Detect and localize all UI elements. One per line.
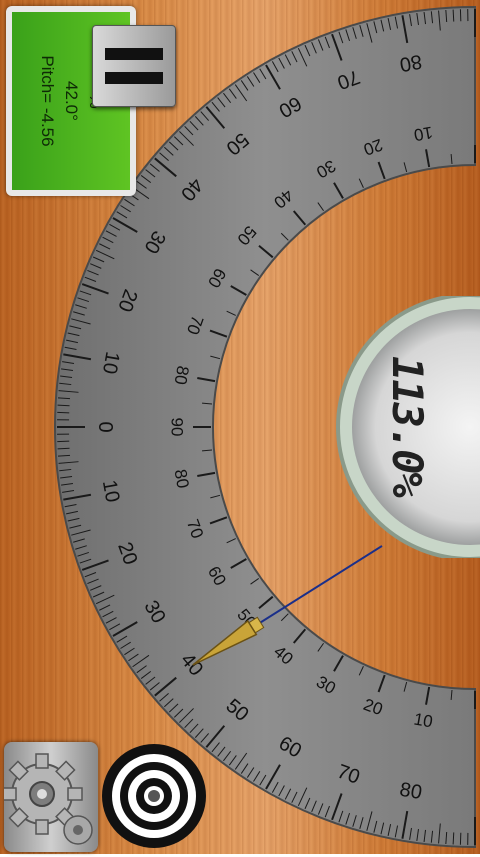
- percent-readout: 113.0%: [382, 356, 432, 486]
- gear-icon: [4, 742, 98, 852]
- outer-tick: [58, 448, 70, 449]
- outer-tick: [453, 10, 454, 22]
- calibrate-button[interactable]: [100, 742, 208, 850]
- inner-scale-label: 10: [412, 123, 434, 145]
- target-icon: [100, 742, 208, 850]
- outer-scale-label: 80: [398, 50, 424, 76]
- inner-scale-label: 10: [412, 709, 434, 731]
- angle-readout: 42.0°: [59, 81, 83, 121]
- outer-scale-label: 80: [398, 779, 424, 805]
- inner-scale-label: 90: [168, 418, 187, 437]
- pause-button[interactable]: [92, 25, 176, 107]
- outer-tick: [58, 405, 70, 406]
- inner-scale-label: 80: [171, 364, 193, 386]
- outer-tick: [453, 832, 454, 844]
- settings-button[interactable]: [4, 742, 98, 852]
- pendulum-string: [252, 546, 382, 628]
- outer-scale-label: 0: [94, 421, 116, 432]
- pitch-readout: Pitch= -4.56: [35, 55, 59, 146]
- inner-scale-label: 80: [171, 468, 193, 490]
- outer-scale-label: 10: [98, 350, 124, 376]
- outer-scale-label: 10: [98, 478, 124, 504]
